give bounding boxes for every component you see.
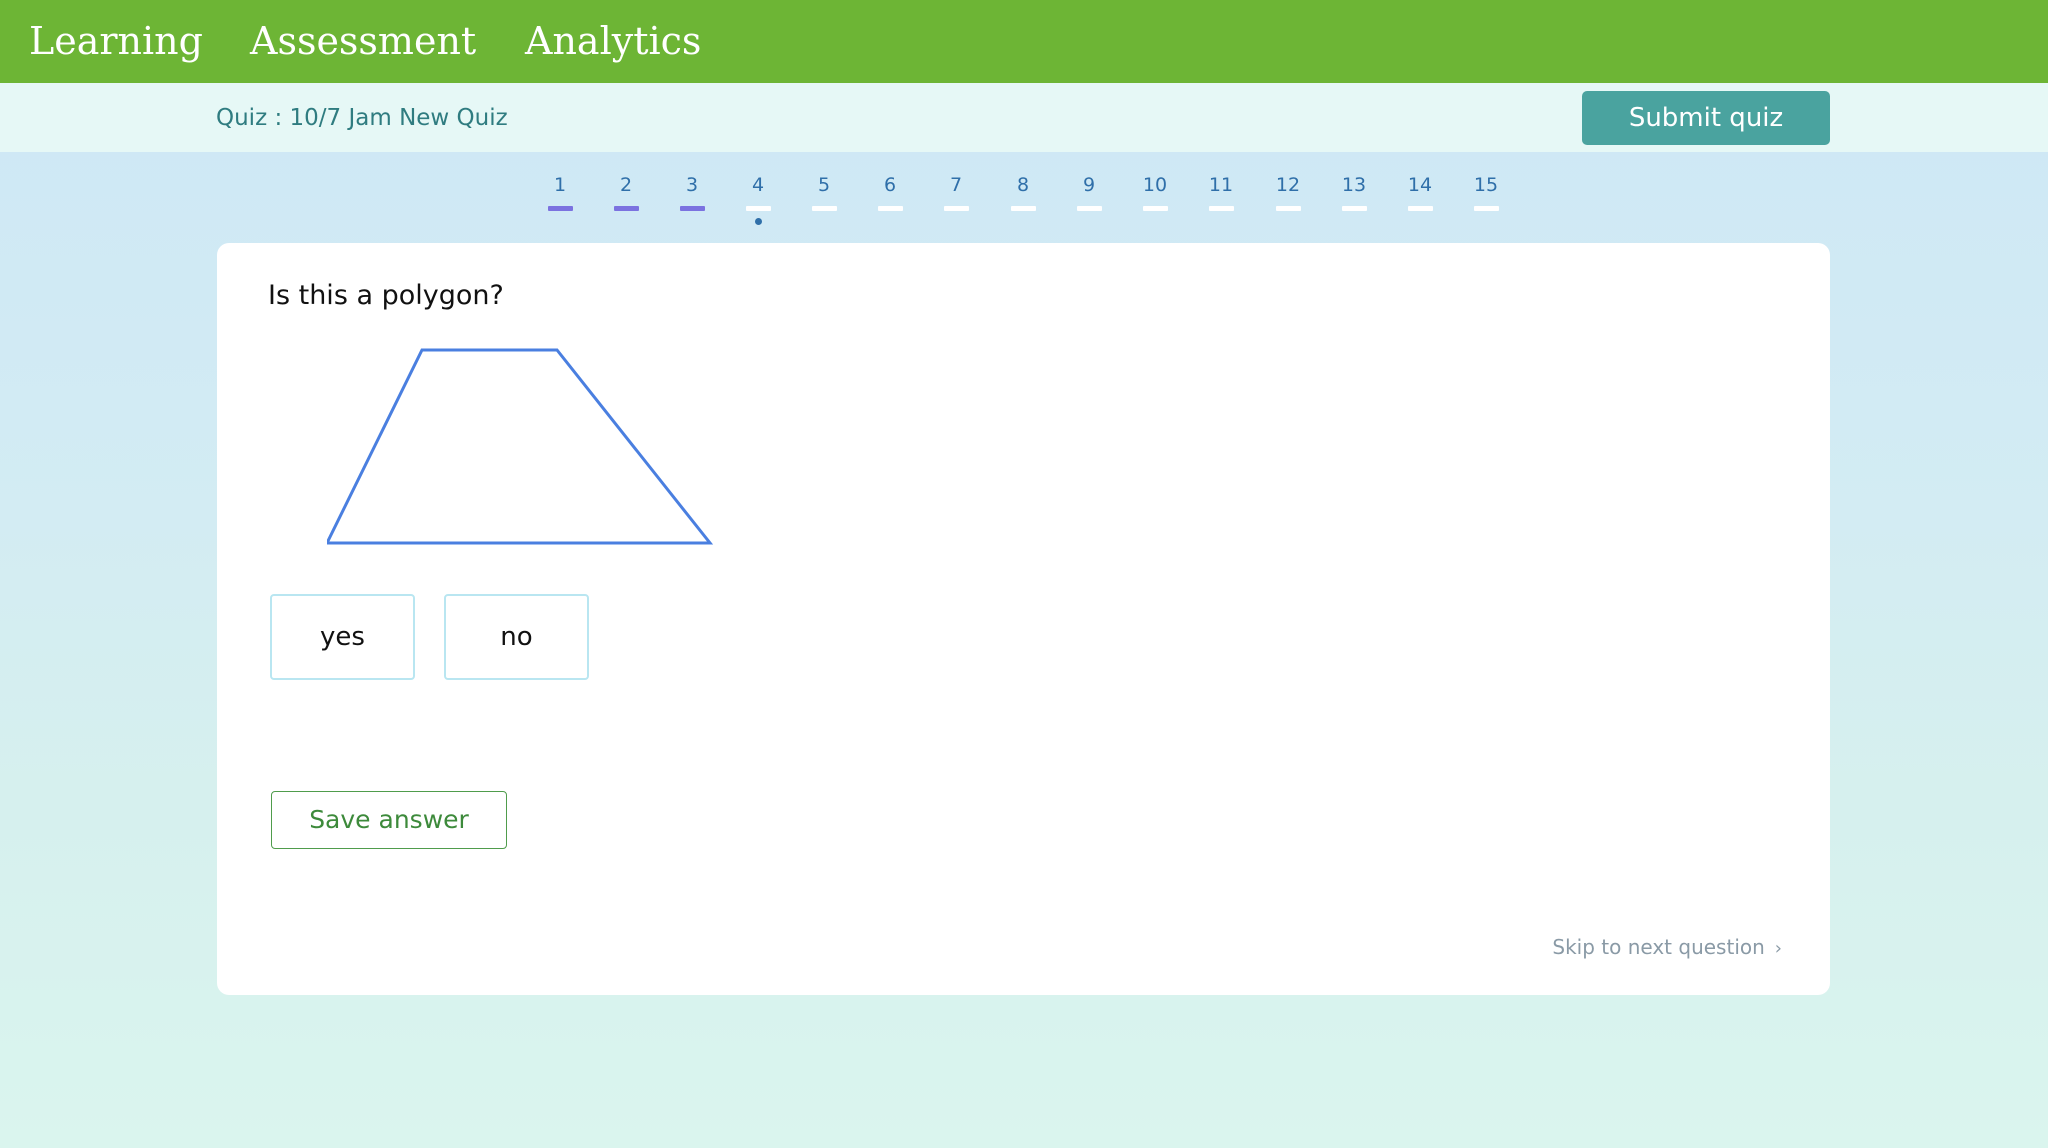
question-status-bar [812, 206, 837, 211]
trapezoid-figure [327, 348, 714, 545]
question-status-bar [680, 206, 705, 211]
question-nav-item-4[interactable]: 4 [738, 174, 778, 234]
question-status-bar [1276, 206, 1301, 211]
question-nav-item-1[interactable]: 1 [540, 174, 580, 234]
question-status-bar [1209, 206, 1234, 211]
question-nav-item-10[interactable]: 10 [1135, 174, 1175, 234]
question-number: 14 [1407, 174, 1433, 196]
question-nav-item-5[interactable]: 5 [804, 174, 844, 234]
question-nav-item-14[interactable]: 14 [1400, 174, 1440, 234]
question-nav-item-3[interactable]: 3 [672, 174, 712, 234]
question-status-bar [746, 206, 771, 211]
question-status-bar [1408, 206, 1433, 211]
current-question-indicator [755, 218, 762, 225]
nav-item-analytics[interactable]: Analytics [525, 14, 701, 68]
submit-quiz-button[interactable]: Submit quiz [1582, 91, 1830, 145]
question-nav-item-11[interactable]: 11 [1201, 174, 1241, 234]
trapezoid-outline [327, 348, 714, 545]
question-number: 3 [685, 174, 699, 196]
chevron-right-icon: › [1774, 938, 1782, 959]
question-number: 1 [553, 174, 567, 196]
question-number: 10 [1142, 174, 1168, 196]
question-number: 4 [751, 174, 765, 196]
question-number: 13 [1341, 174, 1367, 196]
question-status-bar [1077, 206, 1102, 211]
question-number: 2 [619, 174, 633, 196]
question-text: Is this a polygon? [268, 280, 504, 311]
question-status-bar [1474, 206, 1499, 211]
question-nav-item-7[interactable]: 7 [936, 174, 976, 234]
question-nav-item-15[interactable]: 15 [1466, 174, 1506, 234]
question-status-bar [1342, 206, 1367, 211]
save-answer-button[interactable]: Save answer [271, 791, 507, 849]
question-number: 11 [1208, 174, 1234, 196]
answer-choice-yes[interactable]: yes [270, 594, 415, 680]
skip-to-next-question-link[interactable]: Skip to next question › [1552, 933, 1782, 963]
quiz-title: Quiz : 10/7 Jam New Quiz [216, 105, 508, 131]
question-nav-item-12[interactable]: 12 [1268, 174, 1308, 234]
question-number: 5 [817, 174, 831, 196]
question-number: 6 [883, 174, 897, 196]
question-status-bar [944, 206, 969, 211]
question-card: Is this a polygon? yes no Save answer Sk… [217, 243, 1830, 995]
question-navigator: 1 2 3 4 5 6 7 8 9 10 11 12 13 14 15 [0, 152, 2048, 232]
question-number: 8 [1016, 174, 1030, 196]
question-nav-item-13[interactable]: 13 [1334, 174, 1374, 234]
top-navigation-bar: Learning Assessment Analytics [0, 0, 2048, 83]
question-status-bar [1011, 206, 1036, 211]
question-status-bar [548, 206, 573, 211]
question-number: 12 [1275, 174, 1301, 196]
nav-item-learning[interactable]: Learning [29, 14, 203, 68]
question-nav-item-9[interactable]: 9 [1069, 174, 1109, 234]
question-nav-item-6[interactable]: 6 [870, 174, 910, 234]
question-nav-item-2[interactable]: 2 [606, 174, 646, 234]
question-status-bar [878, 206, 903, 211]
question-number: 7 [949, 174, 963, 196]
nav-item-assessment[interactable]: Assessment [250, 14, 476, 68]
question-number: 9 [1082, 174, 1096, 196]
question-number: 15 [1473, 174, 1499, 196]
quiz-header-bar: Quiz : 10/7 Jam New Quiz Submit quiz [0, 83, 2048, 152]
question-status-bar [1143, 206, 1168, 211]
question-status-bar [614, 206, 639, 211]
question-nav-item-8[interactable]: 8 [1003, 174, 1043, 234]
skip-label: Skip to next question [1552, 935, 1765, 959]
answer-choice-no[interactable]: no [444, 594, 589, 680]
